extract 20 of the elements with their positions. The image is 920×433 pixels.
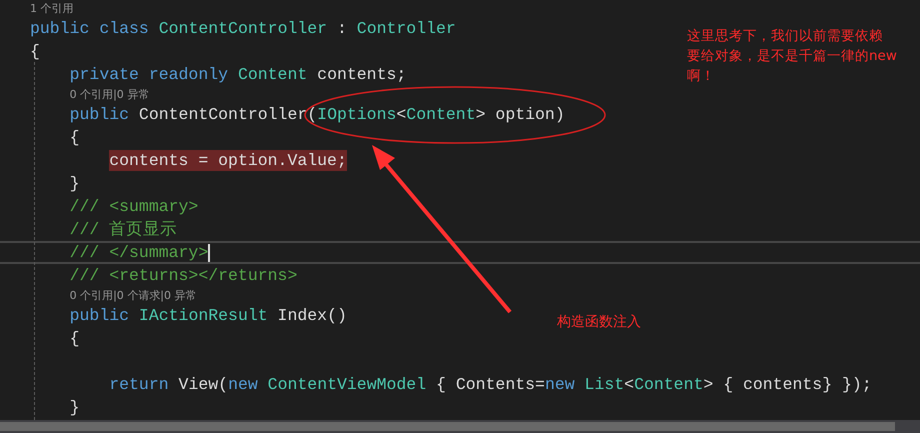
horizontal-scrollbar[interactable]	[0, 420, 920, 433]
code-line: return View(new ContentViewModel { Contents=new List<Content> { contents} });	[109, 374, 872, 395]
code-line: public class ContentController : Controller	[30, 18, 456, 39]
code-line: public IActionResult Index()	[70, 305, 347, 326]
annotation-note: 这里思考下，我们以前需要依赖 要给对象，是不是千篇一律的new 啊！	[687, 27, 897, 86]
code-line: /// 首页显示	[70, 219, 178, 240]
annotation-label: 构造函数注入	[557, 313, 641, 331]
code-line: /// </summary>	[70, 242, 208, 263]
text-cursor	[208, 244, 210, 262]
code-lens[interactable]: 0 个引用|0 个请求|0 异常	[70, 288, 196, 303]
code-line: private readonly Content contents;	[70, 64, 406, 85]
code-line: }	[70, 397, 80, 418]
code-lens[interactable]: 0 个引用|0 异常	[70, 87, 150, 102]
code-line: /// <returns></returns>	[70, 265, 298, 286]
code-lens[interactable]: 1 个引用	[30, 1, 74, 16]
code-line: {	[70, 328, 80, 349]
code-line: /// <summary>	[70, 196, 198, 217]
code-line: {	[70, 127, 80, 148]
code-line: }	[70, 173, 80, 194]
code-line: {	[30, 41, 40, 62]
